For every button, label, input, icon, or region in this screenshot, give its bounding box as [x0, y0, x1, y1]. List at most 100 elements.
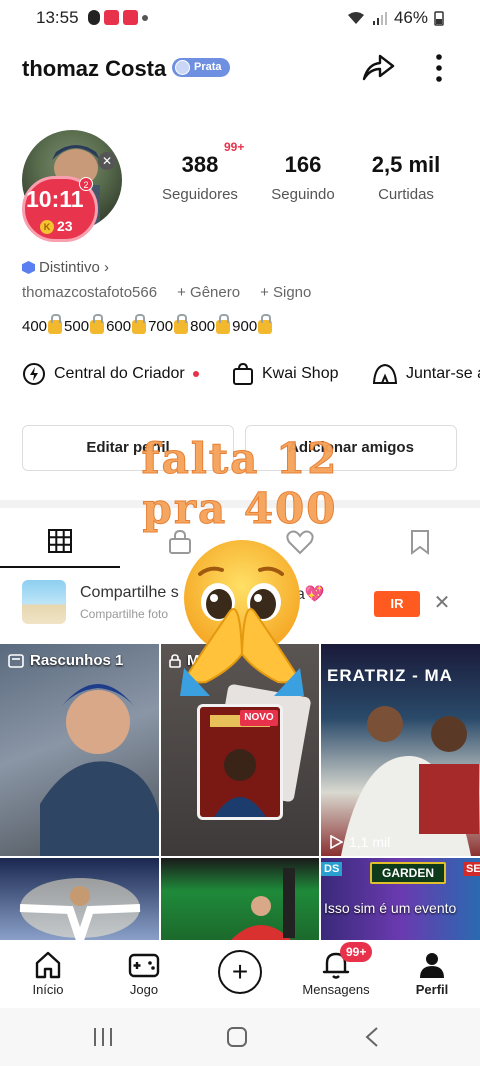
stat-value: 166: [284, 152, 322, 177]
promo-title: Compartilhe s: [80, 584, 179, 601]
tag-ds: DS: [321, 862, 343, 876]
profile-handle: thomazcostafoto566: [22, 284, 158, 301]
milestone-value: 900: [232, 318, 258, 335]
system-navigation-bar: [0, 1008, 480, 1066]
signal-icon: [372, 12, 387, 25]
status-bar: 13:55 46%: [0, 0, 480, 36]
milestone-value: 500: [64, 318, 90, 335]
stat-value: 2,5 mil: [371, 152, 441, 177]
nav-home[interactable]: Início: [0, 948, 96, 997]
promo-go-button[interactable]: IR: [374, 591, 420, 617]
nav-game-label: Jogo: [129, 982, 159, 997]
view-count-value: 1,1 mil: [349, 834, 391, 850]
milestone-item: 900: [232, 313, 273, 335]
shortcut-row: Central do Criador Kwai Shop Juntar-se a: [0, 358, 480, 392]
lock-icon: [174, 313, 189, 334]
nav-game[interactable]: Jogo: [96, 948, 192, 997]
stat-label: Curtidas: [378, 186, 434, 203]
lock-icon: [132, 313, 147, 334]
stat-followers[interactable]: 388 Seguidores: [145, 152, 255, 203]
status-right: 46%: [346, 8, 444, 28]
home-icon: [35, 951, 61, 979]
notification-dot: [192, 371, 199, 377]
profile-avatar[interactable]: 10:11 K 23 ✕ 2: [22, 130, 124, 242]
nav-messages-label: Mensagens: [302, 982, 370, 997]
back-icon[interactable]: [364, 1026, 380, 1048]
stat-label: Seguindo: [271, 186, 335, 203]
app-notification-icon: [104, 10, 119, 25]
create-post-button[interactable]: +: [218, 950, 262, 994]
level-badge[interactable]: Prata: [172, 58, 230, 77]
avatar-clock: 10:11: [26, 186, 84, 212]
add-sign-link[interactable]: + Signo: [260, 284, 311, 301]
close-icon[interactable]: ✕: [432, 590, 452, 616]
garden-sign: GARDEN: [370, 862, 447, 884]
locked-milestones: 400 500 600 700 800 900: [22, 313, 273, 335]
add-gender-link[interactable]: + Gênero: [177, 284, 240, 301]
drafts-thumbnail: [40, 684, 159, 856]
person-icon: [420, 953, 444, 978]
jesus-video-cell[interactable]: [0, 858, 159, 940]
milestone-value: 700: [148, 318, 174, 335]
share-icon: [362, 54, 395, 81]
lock-icon: [90, 313, 105, 334]
jesus-thumbnail: [19, 878, 141, 940]
join-link[interactable]: Juntar-se a: [372, 362, 480, 386]
nav-profile[interactable]: Perfil: [384, 948, 480, 997]
battery-icon: [434, 11, 444, 26]
join-label: Juntar-se a: [406, 365, 480, 382]
new-badge: NOVO: [240, 710, 278, 726]
creator-center-link[interactable]: Central do Criador: [22, 362, 199, 386]
badge-link-label: Distintivo ›: [39, 259, 110, 276]
football-video-cell[interactable]: [161, 858, 319, 940]
celebration-video-cell[interactable]: ERATRIZ - MA 1,1 mil: [321, 644, 480, 856]
milestone-item: 400: [22, 313, 63, 335]
video-caption: Isso sim é um evento: [324, 900, 457, 916]
stat-label: Seguidores: [162, 186, 238, 203]
milestone-item: 800: [190, 313, 231, 335]
close-icon[interactable]: ✕: [98, 152, 116, 170]
milestone-item: 600: [106, 313, 147, 335]
play-icon: [330, 835, 343, 849]
tent-icon: [372, 363, 398, 384]
stat-likes[interactable]: 2,5 mil Curtidas: [351, 152, 461, 203]
promo-subtitle: Compartilhe foto: [80, 607, 169, 621]
pleading-emoji-icon: [180, 540, 304, 696]
hexagon-badge-icon: [22, 261, 35, 274]
home-button-icon[interactable]: [226, 1026, 248, 1048]
more-notifications-icon: [142, 14, 148, 21]
lightning-circle-icon: [23, 363, 45, 385]
kwai-shop-link[interactable]: Kwai Shop: [232, 362, 339, 386]
shopping-bag-icon: [233, 362, 253, 385]
drafts-count-label: Rascunhos 1: [30, 652, 124, 669]
status-time: 13:55: [36, 8, 79, 27]
stat-following[interactable]: 166 Seguindo: [248, 152, 358, 203]
creator-center-label: Central do Criador: [54, 365, 185, 382]
more-options-button[interactable]: [426, 52, 452, 84]
app-notification-icon: [123, 10, 138, 25]
stat-value: 388: [181, 152, 219, 177]
football-thumbnail: [231, 868, 295, 940]
tiktok-icon: [88, 10, 100, 25]
view-count: 1,1 mil: [329, 834, 390, 850]
battery-percent: 46%: [393, 8, 428, 27]
drafts-cell[interactable]: Rascunhos 1: [0, 644, 159, 856]
lock-icon: [48, 313, 63, 334]
celebration-thumbnail: [341, 706, 479, 856]
avatar-coins: K 23: [40, 218, 73, 235]
milestone-value: 400: [22, 318, 48, 335]
wifi-icon: [347, 12, 364, 24]
badge-link[interactable]: Distintivo ›: [22, 259, 109, 276]
nav-profile-label: Perfil: [415, 982, 449, 997]
overlay-text-line1: falta 12: [141, 434, 339, 484]
profile-info-row: thomazcostafoto566 + Gênero + Signo: [22, 284, 311, 301]
avatar-notification-badge: 2: [79, 177, 93, 191]
draft-icon: [8, 653, 24, 668]
recent-apps-icon[interactable]: [92, 1026, 114, 1048]
vertical-dots-icon: [436, 54, 442, 82]
kwai-shop-label: Kwai Shop: [262, 365, 339, 382]
badge-avatar-icon: [175, 60, 190, 75]
milestone-item: 500: [64, 313, 105, 335]
overlay-text-line2: pra 400: [142, 484, 338, 534]
share-button[interactable]: [360, 52, 396, 84]
